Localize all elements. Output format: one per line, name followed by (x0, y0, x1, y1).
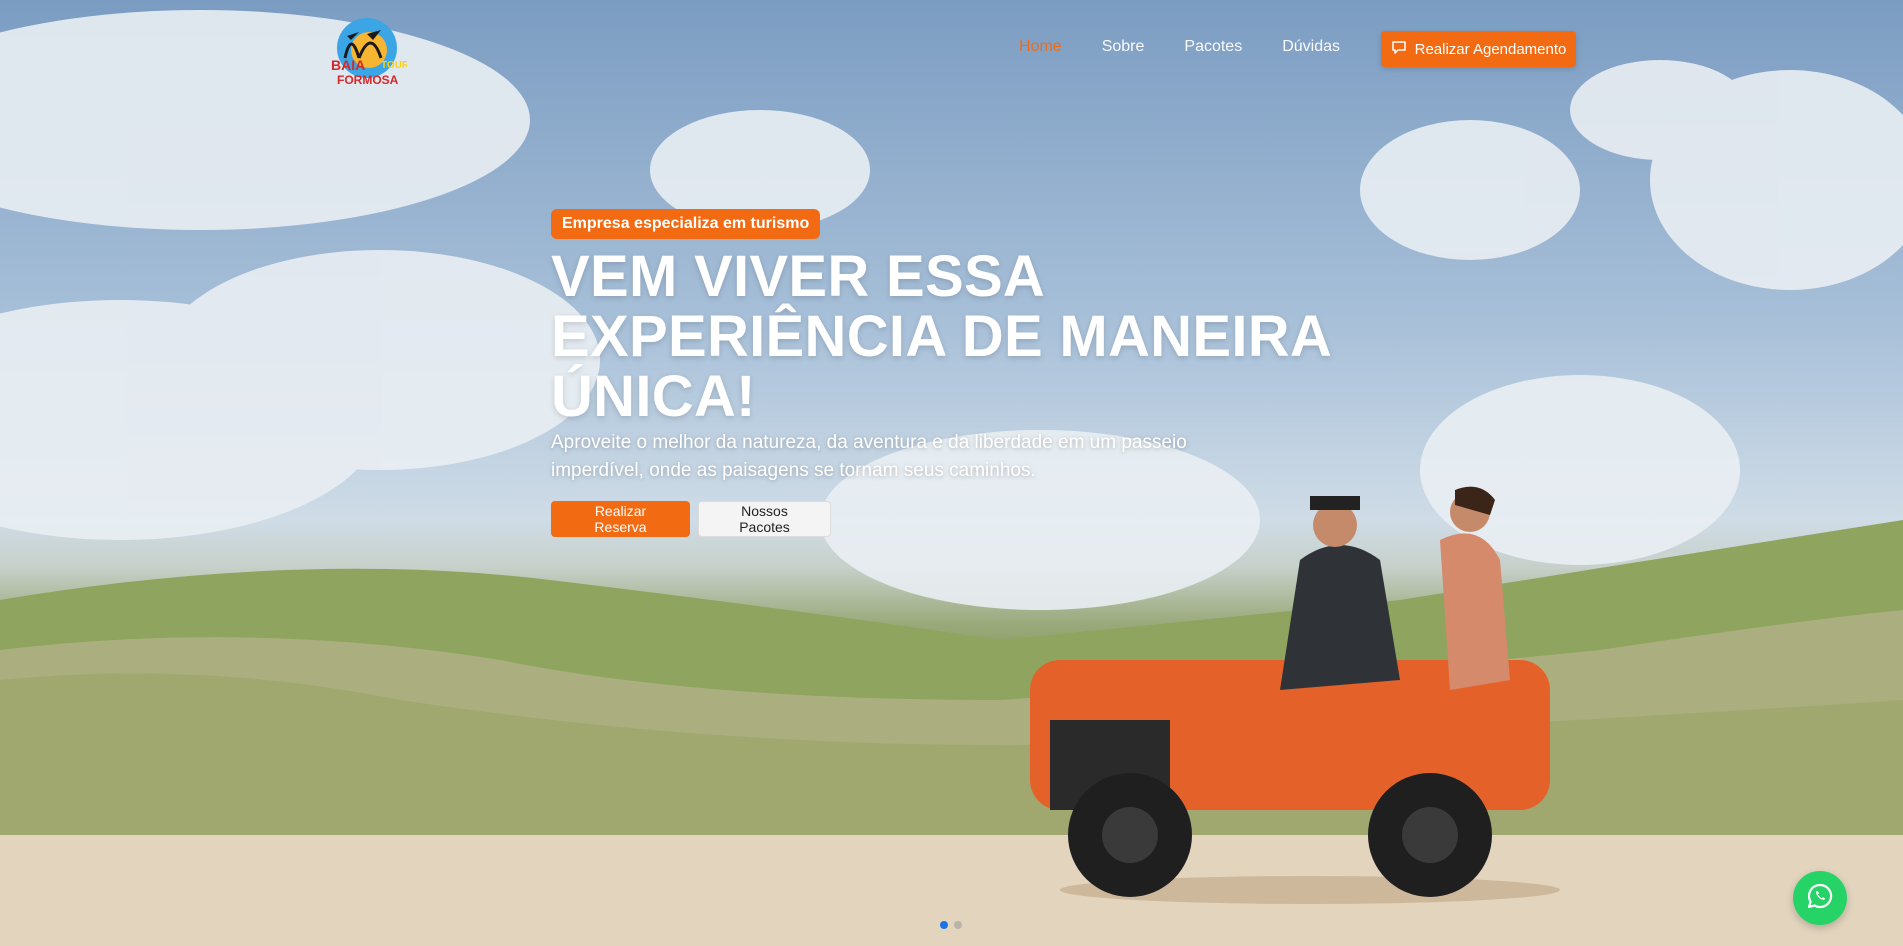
nav-link-pacotes[interactable]: Pacotes (1184, 38, 1242, 56)
svg-text:TOUR: TOUR (381, 60, 407, 71)
hero-content: Empresa especializa em turismo VEM VIVER… (551, 209, 1371, 537)
svg-text:FORMOSA: FORMOSA (337, 73, 399, 87)
headline-line: EXPERIÊNCIA DE MANEIRA (551, 304, 1333, 369)
nav-link-duvidas[interactable]: Dúvidas (1282, 38, 1340, 56)
schedule-button[interactable]: Realizar Agendamento (1381, 31, 1576, 67)
packages-button[interactable]: Nossos Pacotes (698, 501, 831, 537)
hero-actions: Realizar Reserva Nossos Pacotes (551, 501, 1371, 537)
company-logo[interactable]: BAIA FORMOSA TOUR (325, 10, 410, 90)
carousel-dot-2[interactable] (954, 921, 962, 929)
headline-line: VEM VIVER ESSA (551, 244, 1046, 309)
carousel-dot-1[interactable] (940, 921, 948, 929)
hero-section: BAIA FORMOSA TOUR Home Sobre Pacotes Dúv… (0, 0, 1903, 946)
whatsapp-icon (1805, 881, 1835, 916)
nav-links: Home Sobre Pacotes Dúvidas (1019, 38, 1380, 56)
hero-badge: Empresa especializa em turismo (551, 209, 821, 239)
svg-text:BAIA: BAIA (331, 57, 365, 73)
schedule-button-label: Realizar Agendamento (1414, 40, 1567, 58)
top-navigation: BAIA FORMOSA TOUR Home Sobre Pacotes Dúv… (0, 0, 1903, 100)
chat-icon (1391, 39, 1407, 59)
headline-line: ÚNICA! (551, 364, 756, 429)
hero-headline: VEM VIVER ESSA EXPERIÊNCIA DE MANEIRA ÚN… (551, 247, 1371, 427)
carousel-indicators (940, 921, 962, 929)
nav-link-sobre[interactable]: Sobre (1102, 38, 1145, 56)
subtitle-line: Aproveite o melhor da natureza, da avent… (551, 432, 1187, 453)
nav-link-home[interactable]: Home (1019, 38, 1062, 56)
hero-subtitle: Aproveite o melhor da natureza, da avent… (551, 429, 1271, 485)
reserve-button[interactable]: Realizar Reserva (551, 501, 690, 537)
whatsapp-button[interactable] (1793, 871, 1847, 925)
subtitle-line: imperdível, onde as paisagens se tornam … (551, 460, 1036, 481)
